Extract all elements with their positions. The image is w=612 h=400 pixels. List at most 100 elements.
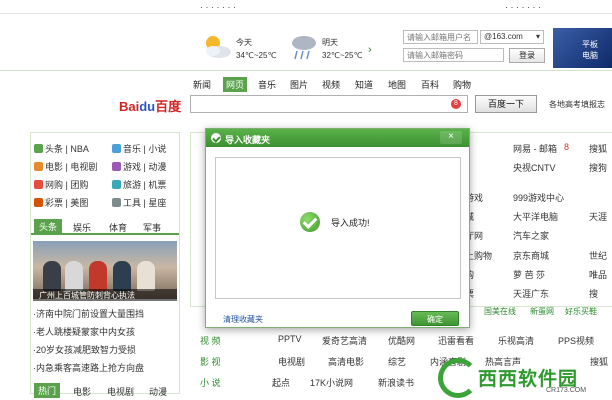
mail-badge-icon: 8 bbox=[564, 142, 570, 152]
site-link[interactable]: 高清电影 bbox=[328, 355, 364, 368]
category-row: 头条 | NBA 音乐 | 小说 bbox=[34, 142, 166, 156]
news-item[interactable]: ·老人跳楼疑蒙家中内女孩 bbox=[33, 325, 135, 338]
tab-anime[interactable]: 动漫 bbox=[149, 385, 167, 398]
news-item[interactable]: ·济南中院门前设置大量围挡 bbox=[33, 307, 144, 320]
site-link[interactable]: 大平洋电脑 bbox=[513, 210, 558, 223]
site-link[interactable]: 搜狗 bbox=[589, 161, 607, 174]
search-input[interactable] bbox=[190, 95, 468, 113]
cat-headline[interactable]: 头条 bbox=[45, 144, 63, 154]
site-link[interactable]: 汽车之家 bbox=[513, 229, 549, 242]
nav-tab-shopping[interactable]: 购物 bbox=[453, 78, 471, 91]
cat-tools[interactable]: 工具 bbox=[123, 198, 141, 208]
nav-tab-music[interactable]: 音乐 bbox=[258, 78, 276, 91]
site-link[interactable]: 综艺 bbox=[388, 355, 406, 368]
tab-entertainment[interactable]: 娱乐 bbox=[73, 221, 91, 234]
site-link[interactable]: 新蛋网 bbox=[530, 306, 554, 317]
news-item[interactable]: ·内急乘客高速路上抢方向盘 bbox=[33, 361, 144, 374]
tab-tvseries[interactable]: 电视剧 bbox=[107, 385, 134, 398]
close-icon[interactable]: × bbox=[440, 131, 462, 144]
site-link[interactable]: 爱奇艺高清 bbox=[322, 334, 367, 347]
cat-nba[interactable]: NBA bbox=[70, 144, 89, 154]
top-bar-left-links[interactable]: · · · · · · · bbox=[200, 2, 236, 12]
nav-tab-news[interactable]: 新闻 bbox=[193, 78, 211, 91]
sun-cloud-icon bbox=[206, 36, 231, 58]
email-password-input[interactable] bbox=[403, 48, 504, 62]
dialog-title-bar[interactable]: 导入收藏夹 × bbox=[206, 129, 469, 147]
confirm-button[interactable]: 确定 bbox=[411, 311, 459, 326]
tab-headline[interactable]: 头条 bbox=[34, 219, 63, 234]
site-link[interactable]: 17K小说网 bbox=[310, 376, 353, 389]
nav-tab-video[interactable]: 视频 bbox=[322, 78, 340, 91]
site-link[interactable]: 世纪 bbox=[589, 249, 607, 262]
movie-icon bbox=[34, 162, 43, 171]
clean-favorites-link[interactable]: 清理收藏夹 bbox=[223, 314, 263, 325]
cat-novel[interactable]: 小说 bbox=[148, 144, 166, 154]
tab-hot[interactable]: 热门 bbox=[34, 383, 61, 398]
rain-cloud-icon bbox=[292, 36, 316, 60]
site-link[interactable]: 萝 芭 莎 bbox=[513, 268, 545, 281]
nav-tab-web[interactable]: 网页 bbox=[223, 77, 248, 92]
success-check-icon bbox=[300, 212, 320, 232]
login-button[interactable]: 登录 bbox=[509, 48, 545, 63]
site-link[interactable]: 迅雷看看 bbox=[438, 334, 474, 347]
cat-shop[interactable]: 网购 bbox=[45, 180, 63, 190]
site-link[interactable]: 搜 bbox=[589, 287, 598, 300]
category-label[interactable]: 视 频 bbox=[200, 334, 221, 347]
site-link[interactable]: 央视CNTV bbox=[513, 161, 556, 174]
cat-flight[interactable]: 机票 bbox=[148, 180, 166, 190]
top-bar: · · · · · · · · · · · · · · bbox=[0, 0, 612, 14]
category-row: 网购 | 团购 旅游 | 机票 bbox=[34, 178, 166, 192]
photo-figure bbox=[89, 261, 107, 291]
cat-tv[interactable]: 电视剧 bbox=[70, 162, 97, 172]
tab-sports[interactable]: 体育 bbox=[109, 221, 127, 234]
site-link[interactable]: 起点 bbox=[272, 376, 290, 389]
site-link[interactable]: 新浪读书 bbox=[378, 376, 414, 389]
cat-anime[interactable]: 动漫 bbox=[148, 162, 166, 172]
nav-tab-map[interactable]: 地图 bbox=[388, 78, 406, 91]
cat-travel[interactable]: 旅游 bbox=[123, 180, 141, 190]
site-link[interactable]: 搜狐 bbox=[589, 142, 607, 155]
headline-icon bbox=[34, 144, 43, 153]
site-link[interactable]: PPTV bbox=[278, 334, 302, 344]
photo-figure bbox=[113, 261, 131, 291]
cat-music[interactable]: 音乐 bbox=[123, 144, 141, 154]
top-bar-right-links[interactable]: · · · · · · · bbox=[505, 2, 541, 12]
news-photo-caption[interactable]: 广州上百城管防刺背心执法 bbox=[33, 289, 177, 301]
cat-movie[interactable]: 电影 bbox=[45, 162, 63, 172]
category-label[interactable]: 影 视 bbox=[200, 355, 221, 368]
site-link[interactable]: 999游戏中心 bbox=[513, 191, 564, 204]
site-link[interactable]: 网易 - 邮箱 bbox=[513, 142, 557, 155]
nav-tab-baike[interactable]: 百科 bbox=[421, 78, 439, 91]
search-button[interactable]: 百度一下 bbox=[475, 95, 537, 113]
site-link[interactable]: 电视剧 bbox=[278, 355, 305, 368]
tab-movie[interactable]: 电影 bbox=[73, 385, 91, 398]
weather-next-chevron-icon[interactable]: › bbox=[368, 44, 372, 56]
cat-photo[interactable]: 美图 bbox=[70, 198, 88, 208]
site-link[interactable]: PPS视频 bbox=[558, 334, 594, 347]
search-hint-link[interactable]: 各地高考填报志 bbox=[549, 99, 605, 110]
tab-military[interactable]: 军事 bbox=[143, 221, 161, 234]
photo-figure bbox=[137, 261, 155, 291]
site-link[interactable]: 国美在线 bbox=[484, 306, 516, 317]
site-link[interactable]: 天涯 bbox=[589, 210, 607, 223]
weather-today-label: 今天 bbox=[236, 38, 252, 47]
email-username-input[interactable] bbox=[403, 30, 478, 44]
nav-tab-zhidao[interactable]: 知道 bbox=[355, 78, 373, 91]
cat-game[interactable]: 游戏 bbox=[123, 162, 141, 172]
cat-lottery[interactable]: 彩票 bbox=[45, 198, 63, 208]
search-badge-icon: 8 bbox=[451, 99, 461, 109]
ad-line-1: 平板 bbox=[582, 40, 598, 49]
cat-horoscope[interactable]: 星座 bbox=[148, 198, 166, 208]
site-link[interactable]: 优酷网 bbox=[388, 334, 415, 347]
site-link[interactable]: 乐视高清 bbox=[498, 334, 534, 347]
news-item[interactable]: ·20岁女孩减肥致智力受损 bbox=[33, 343, 136, 356]
tablet-ad-banner[interactable]: 平板 电脑 bbox=[553, 28, 612, 68]
site-link[interactable]: 唯品 bbox=[589, 268, 607, 281]
site-link[interactable]: 好乐买鞋 bbox=[565, 306, 597, 317]
category-label[interactable]: 小 说 bbox=[200, 376, 221, 389]
nav-tab-images[interactable]: 图片 bbox=[290, 78, 308, 91]
site-link[interactable]: 天涯广东 bbox=[513, 287, 549, 300]
site-link[interactable]: 京东商城 bbox=[513, 249, 549, 262]
email-domain-select[interactable]: @163.com ▾ bbox=[480, 30, 544, 44]
cat-group[interactable]: 团购 bbox=[70, 180, 88, 190]
